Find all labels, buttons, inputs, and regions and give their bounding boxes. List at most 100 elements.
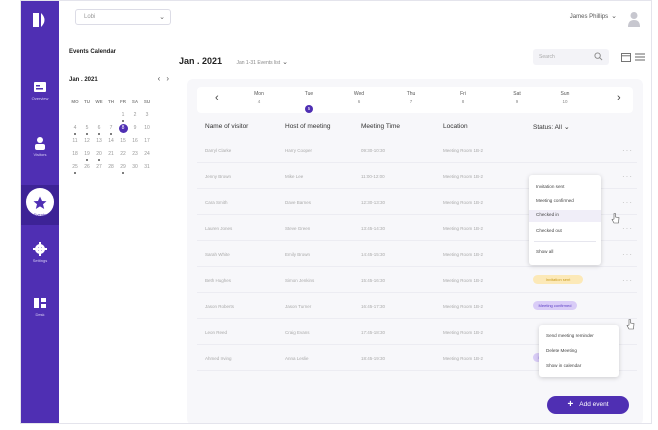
day-cell[interactable]: 4 xyxy=(69,123,81,136)
time-cell: 11:00-12:00 xyxy=(361,174,385,179)
host-cell: Dave Barnes xyxy=(285,200,312,205)
day-number: 7 xyxy=(109,125,113,131)
next-month-icon[interactable]: › xyxy=(166,74,169,83)
more-options-icon[interactable]: ··· xyxy=(622,224,633,233)
nav-item-events[interactable]: Events xyxy=(21,185,59,225)
range-select[interactable]: Jan 1-31 Events list ⌄ xyxy=(236,59,288,66)
status-option-checked-out[interactable]: Checked out xyxy=(529,228,601,233)
day-cell[interactable] xyxy=(105,110,117,123)
week-day-selected[interactable]: Tue 5 xyxy=(289,91,329,115)
app-window: Overview Visitors Events Settings Desk L… xyxy=(20,0,652,424)
send-reminder-option[interactable]: Send meeting reminder xyxy=(539,333,619,338)
day-cell[interactable]: 7 xyxy=(105,123,117,136)
calendar-nav: ‹ › xyxy=(152,74,169,83)
day-cell[interactable]: 18 xyxy=(69,149,81,162)
day-cell[interactable]: 11 xyxy=(69,136,81,149)
visitor-cell: Sarah White xyxy=(205,252,230,257)
week-day[interactable]: Mon 4 xyxy=(239,91,279,104)
day-cell[interactable] xyxy=(93,110,105,123)
table-header: Name of visitor Host of meeting Meeting … xyxy=(187,123,643,137)
day-cell[interactable] xyxy=(81,110,93,123)
day-cell[interactable]: 17 xyxy=(141,136,153,149)
status-option-meeting-confirmed[interactable]: Meeting confirmed xyxy=(529,198,601,203)
day-cell[interactable]: 14 xyxy=(105,136,117,149)
day-cell[interactable]: 30 xyxy=(129,162,141,175)
prev-month-icon[interactable]: ‹ xyxy=(158,74,161,83)
day-cell[interactable]: 26 xyxy=(81,162,93,175)
status-option-checked-in[interactable]: Checked in xyxy=(529,210,601,222)
day-cell[interactable]: 28 xyxy=(105,162,117,175)
chevron-down-icon: ⌄ xyxy=(282,59,288,66)
day-cell[interactable]: 31 xyxy=(141,162,153,175)
week-day[interactable]: Thu 7 xyxy=(391,91,431,104)
day-cell[interactable]: 21 xyxy=(105,149,117,162)
week-day[interactable]: Fri 8 xyxy=(443,91,483,104)
status-badge: Meeting confirmed xyxy=(533,301,577,310)
list-view-icon[interactable] xyxy=(635,52,645,62)
host-cell: Craig Evans xyxy=(285,330,310,335)
table-row[interactable]: Jason Roberts Jason Turner 16:45-17:30 M… xyxy=(197,295,637,319)
day-cell[interactable]: 12 xyxy=(81,136,93,149)
day-date: 10 xyxy=(562,99,568,104)
status-filter[interactable]: Status: All ⌄ xyxy=(533,123,570,131)
day-cell[interactable]: 19 xyxy=(81,149,93,162)
day-cell[interactable]: 10 xyxy=(141,123,153,136)
more-options-icon[interactable]: ··· xyxy=(622,250,633,259)
day-cell[interactable]: 23 xyxy=(129,149,141,162)
search-input[interactable]: Search xyxy=(533,49,609,65)
weekday: FR xyxy=(120,99,126,104)
day-cell[interactable]: 1 xyxy=(117,110,129,123)
calendar-view-icon[interactable] xyxy=(621,52,631,62)
day-cell[interactable]: 6 xyxy=(93,123,105,136)
nav-item-desk[interactable]: Desk xyxy=(21,291,59,331)
table-row[interactable]: Darryl Clarke Harry Cooper 09:30-10:30 M… xyxy=(197,139,637,163)
add-event-label: Add event xyxy=(579,401,609,408)
day-cell[interactable]: 20 xyxy=(93,149,105,162)
status-option-invitation-sent[interactable]: Invitation sent xyxy=(529,184,601,189)
top-bar: Lobi ⌄ James Phillips ⌄ xyxy=(59,1,651,41)
more-options-icon[interactable]: ··· xyxy=(622,172,633,181)
col-location[interactable]: Location xyxy=(443,123,468,130)
page-title: Jan . 2021 xyxy=(179,56,223,66)
chevron-down-icon: ⌄ xyxy=(159,14,165,21)
col-time[interactable]: Meeting Time xyxy=(361,123,400,130)
week-day[interactable]: Sun 10 xyxy=(545,91,585,104)
day-cell[interactable]: 2 xyxy=(129,110,141,123)
event-dot xyxy=(74,133,76,135)
more-options-icon[interactable]: ··· xyxy=(622,146,633,155)
nav-item-overview[interactable]: Overview xyxy=(21,75,59,115)
workspace-select[interactable]: Lobi ⌄ xyxy=(75,9,171,25)
status-option-show-all[interactable]: Show all xyxy=(529,249,601,254)
day-cell[interactable] xyxy=(69,110,81,123)
col-host[interactable]: Host of meeting xyxy=(285,123,331,130)
day-cell[interactable]: 27 xyxy=(93,162,105,175)
nav-label: Events xyxy=(33,212,47,217)
avatar[interactable] xyxy=(627,11,641,27)
add-event-button[interactable]: + Add event xyxy=(547,396,629,414)
delete-meeting-option[interactable]: Delete Meeting xyxy=(539,348,619,353)
day-cell-selected[interactable]: 8 xyxy=(117,123,129,136)
day-cell[interactable]: 22 xyxy=(117,149,129,162)
table-row[interactable]: Beth Hughes Simon Jenkins 15:45-16:30 Me… xyxy=(197,269,637,293)
next-week-icon[interactable]: › xyxy=(617,92,621,104)
week-day[interactable]: Sat 9 xyxy=(497,91,537,104)
day-cell[interactable]: 16 xyxy=(129,136,141,149)
day-cell[interactable]: 29 xyxy=(117,162,129,175)
day-cell[interactable]: 13 xyxy=(93,136,105,149)
more-options-icon[interactable]: ··· xyxy=(622,276,633,285)
day-cell[interactable]: 9 xyxy=(129,123,141,136)
nav-item-settings[interactable]: Settings xyxy=(21,237,59,277)
nav-item-visitors[interactable]: Visitors xyxy=(21,131,59,171)
col-visitor[interactable]: Name of visitor xyxy=(205,123,248,130)
show-in-calendar-option[interactable]: Show in calendar xyxy=(539,363,619,368)
week-day[interactable]: Wed 6 xyxy=(339,91,379,104)
day-cell[interactable]: 24 xyxy=(141,149,153,162)
user-menu[interactable]: James Phillips ⌄ xyxy=(570,12,617,20)
weekday: SU xyxy=(143,99,151,104)
day-cell[interactable]: 3 xyxy=(141,110,153,123)
day-cell[interactable]: 25 xyxy=(69,162,81,175)
day-cell[interactable]: 5 xyxy=(81,123,93,136)
prev-week-icon[interactable]: ‹ xyxy=(215,92,219,104)
more-options-icon[interactable]: ··· xyxy=(622,198,633,207)
day-cell[interactable]: 15 xyxy=(117,136,129,149)
